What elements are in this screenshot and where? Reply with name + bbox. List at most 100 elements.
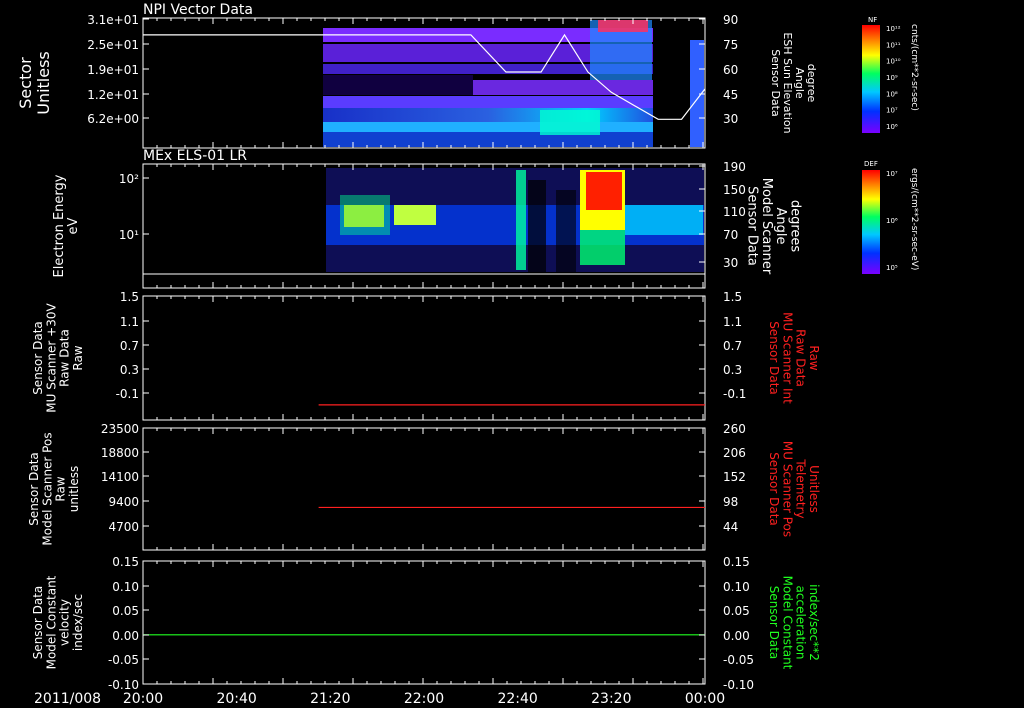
y-tick-label: 9400	[108, 495, 139, 509]
x-tick-label: 21:20	[310, 691, 350, 707]
els-lower-green	[580, 230, 625, 265]
panel-els: MEx ELS-01 LR	[142, 148, 706, 289]
y2-axis-label: MU Scanner Int	[780, 312, 794, 404]
npi-red-streak	[598, 20, 648, 32]
colorbar-nf-label: NF	[868, 16, 877, 24]
y2-axis-label: Telemetry	[794, 458, 808, 518]
y2-tick-label: 45	[723, 88, 738, 102]
colorbar-def-label: DEF	[864, 160, 878, 168]
y2-tick-label: 0.15	[723, 555, 750, 569]
y-tick-label: 4700	[108, 520, 139, 534]
y2-axis-label: index/sec**2	[807, 584, 821, 661]
els-burst-1-edge	[340, 195, 390, 235]
x-tick-label: 22:00	[404, 691, 444, 707]
x-tick-label: 23:20	[591, 691, 631, 707]
colorbar-tick-label: 10⁶	[886, 217, 898, 225]
y-tick-label: 1.2e+01	[87, 88, 139, 102]
els-hot-spot	[586, 172, 622, 210]
y2-tick-label: 190	[723, 160, 746, 174]
els-gap-1	[528, 180, 546, 272]
y-tick-label: 10²	[119, 172, 139, 186]
panel-npi: NPI Vector Data	[142, 2, 706, 149]
y-tick-label: 0.00	[112, 629, 139, 643]
y-axis-label: Model Constant	[44, 575, 58, 669]
mu-plot-frame	[142, 295, 706, 421]
colorbar-def-units: ergs/(cm**2-sr-sec-eV)	[909, 168, 919, 270]
y-axis-label: unitless	[67, 466, 81, 512]
y2-tick-label: 90	[723, 13, 738, 27]
y2-axis-label: Angle	[773, 208, 788, 245]
y2-axis-label: ESH Sun Elevation	[781, 32, 794, 133]
x-tick-label: 20:40	[216, 691, 256, 707]
y-axis-label: eV	[66, 217, 81, 234]
panel-scanner-pos	[142, 427, 706, 551]
y2-tick-label: 150	[723, 183, 746, 197]
colorbar-tick-label: 10⁶	[886, 123, 898, 131]
y2-tick-label: 260	[723, 422, 746, 436]
y-axis-label: Sector	[16, 57, 35, 109]
y-axis-label: MU Scanner +30V	[44, 303, 58, 413]
y2-tick-label: -0.10	[723, 678, 754, 692]
npi-band-blue4	[323, 132, 653, 147]
y2-tick-label: 30	[723, 112, 738, 126]
y2-axis-label: MU Scanner Pos	[780, 441, 794, 537]
colorbar-tick-label: 10⁹	[886, 74, 898, 82]
y-tick-label: 23500	[101, 422, 139, 436]
y2-axis-label: Sensor Data	[767, 321, 781, 395]
npi-band-blue1	[323, 96, 653, 108]
y-axis-label: Sensor Data	[31, 586, 45, 660]
y2-axis-label: degree	[805, 64, 818, 103]
y-tick-label: 1.1	[120, 315, 139, 329]
y-axis-label: Sensor Data	[31, 321, 45, 395]
y2-tick-label: 1.1	[723, 315, 742, 329]
y2-tick-label: 0.7	[723, 339, 742, 353]
colorbar-tick-label: 10¹²	[886, 25, 901, 33]
y2-axis-label: Sensor Data	[767, 586, 781, 660]
npi-gap	[653, 20, 686, 147]
colorbar-nf-scale	[862, 25, 880, 133]
y-tick-label: 1.9e+01	[87, 63, 139, 77]
y-tick-label: 0.05	[112, 604, 139, 618]
y2-tick-label: 98	[723, 495, 738, 509]
panel-npi-title: NPI Vector Data	[143, 2, 253, 18]
y2-tick-label: 0.05	[723, 604, 750, 618]
y2-tick-label: 0.3	[723, 363, 742, 377]
x-tick-label: 20:00	[123, 691, 163, 707]
y2-tick-label: 44	[723, 520, 738, 534]
els-tail	[625, 205, 703, 235]
pos-plot-frame	[142, 427, 706, 551]
y-tick-label: -0.1	[116, 387, 139, 401]
y-tick-label: 2.5e+01	[87, 38, 139, 52]
y-tick-label: -0.05	[108, 653, 139, 667]
y-tick-label: 0.3	[120, 363, 139, 377]
els-heatmap-cells	[326, 168, 704, 272]
y2-axis-label: Angle	[793, 67, 806, 99]
colorbar-tick-label: 10⁵	[886, 264, 898, 272]
x-tick-label: 22:40	[497, 691, 537, 707]
panel-velocity	[142, 560, 706, 685]
x-tick-label: 00:00	[685, 691, 725, 707]
y2-tick-label: -0.05	[723, 653, 754, 667]
y2-tick-label: 0.10	[723, 580, 750, 594]
colorbar-tick-label: 10⁸	[886, 90, 898, 98]
y-tick-label: 0.10	[112, 580, 139, 594]
els-burst-3	[516, 170, 526, 270]
y2-tick-label: -0.1	[723, 387, 746, 401]
y2-tick-label: 110	[723, 205, 746, 219]
y-tick-label: 0.15	[112, 555, 139, 569]
y2-tick-label: 75	[723, 38, 738, 52]
npi-cyan-block	[540, 110, 600, 135]
y-axis-label: velocity	[58, 599, 72, 646]
y2-axis-label: Sensor Data	[769, 49, 782, 116]
npi-heatmap-cells	[323, 20, 704, 147]
y2-axis-label: Model Scanner	[759, 178, 774, 275]
y2-tick-label: 30	[723, 256, 738, 270]
npi-band-blue2	[323, 108, 653, 122]
y-axis-label: Sensor Data	[27, 452, 41, 526]
colorbar-tick-label: 10¹¹	[886, 41, 901, 49]
y-axis-label: Electron Energy	[52, 174, 67, 277]
y2-axis-label: Raw Data	[794, 329, 808, 387]
panel-mu-scanner	[142, 295, 706, 421]
y2-axis-label: acceleration	[794, 586, 808, 660]
colorbar-def-scale	[862, 170, 880, 274]
